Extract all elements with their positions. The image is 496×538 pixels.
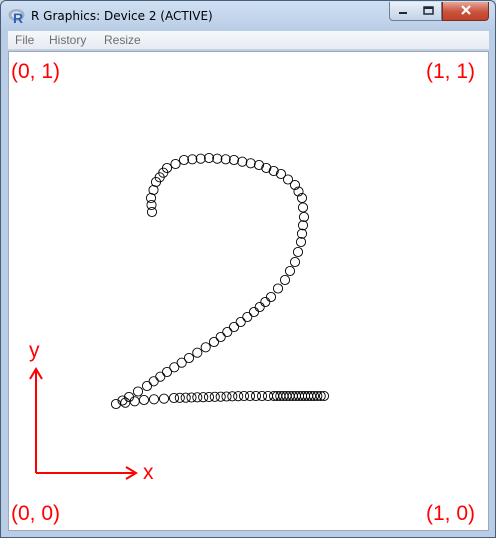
minimize-icon: [398, 2, 408, 20]
digit-stroke-points: [110, 152, 330, 410]
stroke-point: [200, 342, 211, 353]
stroke-point: [187, 154, 198, 165]
stroke-point: [254, 301, 265, 313]
stroke-point: [215, 331, 226, 343]
menu-history[interactable]: History: [49, 33, 86, 47]
menu-bar: File History Resize: [8, 31, 489, 50]
stroke-point: [132, 386, 144, 397]
stroke-point: [297, 220, 309, 231]
corner-label-top-right: (1, 1): [426, 60, 476, 83]
stroke-point: [148, 376, 159, 387]
stroke-point: [242, 311, 253, 323]
stroke-point: [220, 154, 231, 165]
stroke-point: [208, 336, 220, 348]
stroke-point: [268, 165, 279, 177]
stroke-point: [138, 394, 150, 406]
stroke-point: [158, 393, 170, 404]
menu-resize[interactable]: Resize: [104, 33, 141, 47]
stroke-point: [192, 347, 203, 358]
stroke-point: [237, 156, 248, 167]
corner-label-bottom-left: (0, 0): [11, 502, 61, 525]
stroke-point: [297, 202, 309, 213]
stroke-point: [296, 228, 308, 239]
plot-canvas: [29, 152, 330, 480]
stroke-point: [170, 158, 181, 170]
title-bar[interactable]: R R Graphics: Device 2 (ACTIVE): [1, 1, 495, 31]
stroke-point: [279, 274, 291, 286]
minimize-button[interactable]: [389, 2, 416, 21]
stroke-point: [195, 153, 206, 164]
corner-label-top-left: (0, 1): [11, 60, 61, 83]
stroke-point: [272, 283, 284, 294]
stroke-point: [253, 159, 265, 171]
x-axis-label: x: [143, 461, 154, 484]
y-axis-label: y: [29, 339, 40, 362]
stroke-point: [155, 371, 166, 382]
corner-label-bottom-right: (1, 0): [426, 502, 476, 525]
svg-text:R: R: [13, 10, 23, 25]
r-logo-icon[interactable]: R: [8, 7, 26, 26]
stroke-point: [265, 291, 277, 303]
stroke-point: [292, 246, 304, 258]
stroke-point: [222, 326, 233, 338]
stroke-point: [260, 296, 271, 308]
stroke-point: [141, 380, 153, 392]
stroke-point: [212, 153, 223, 164]
stroke-point: [203, 152, 215, 164]
stroke-point: [148, 394, 160, 405]
maximize-icon: [422, 2, 434, 20]
axis-arrows: [29, 367, 138, 480]
stroke-point: [228, 321, 240, 333]
close-icon: [460, 2, 472, 20]
r-graphics-window: R R Graphics: Device 2 (ACTIVE) File His…: [0, 0, 496, 538]
stroke-point: [295, 236, 307, 248]
stroke-point: [178, 154, 190, 166]
stroke-point: [289, 256, 301, 268]
window-title: R Graphics: Device 2 (ACTIVE): [31, 9, 213, 23]
stroke-point: [161, 366, 173, 378]
menu-file[interactable]: File: [15, 33, 34, 47]
maximize-button[interactable]: [415, 2, 442, 21]
stroke-point: [284, 265, 296, 277]
stroke-point: [245, 158, 256, 169]
stroke-point: [235, 316, 246, 328]
stroke-point: [298, 211, 310, 223]
stroke-point: [228, 154, 240, 166]
stroke-point: [248, 306, 260, 318]
close-button[interactable]: [442, 2, 489, 21]
plot-area[interactable]: (0, 1) (1, 1) (0, 0) (1, 0) y x: [8, 51, 489, 531]
